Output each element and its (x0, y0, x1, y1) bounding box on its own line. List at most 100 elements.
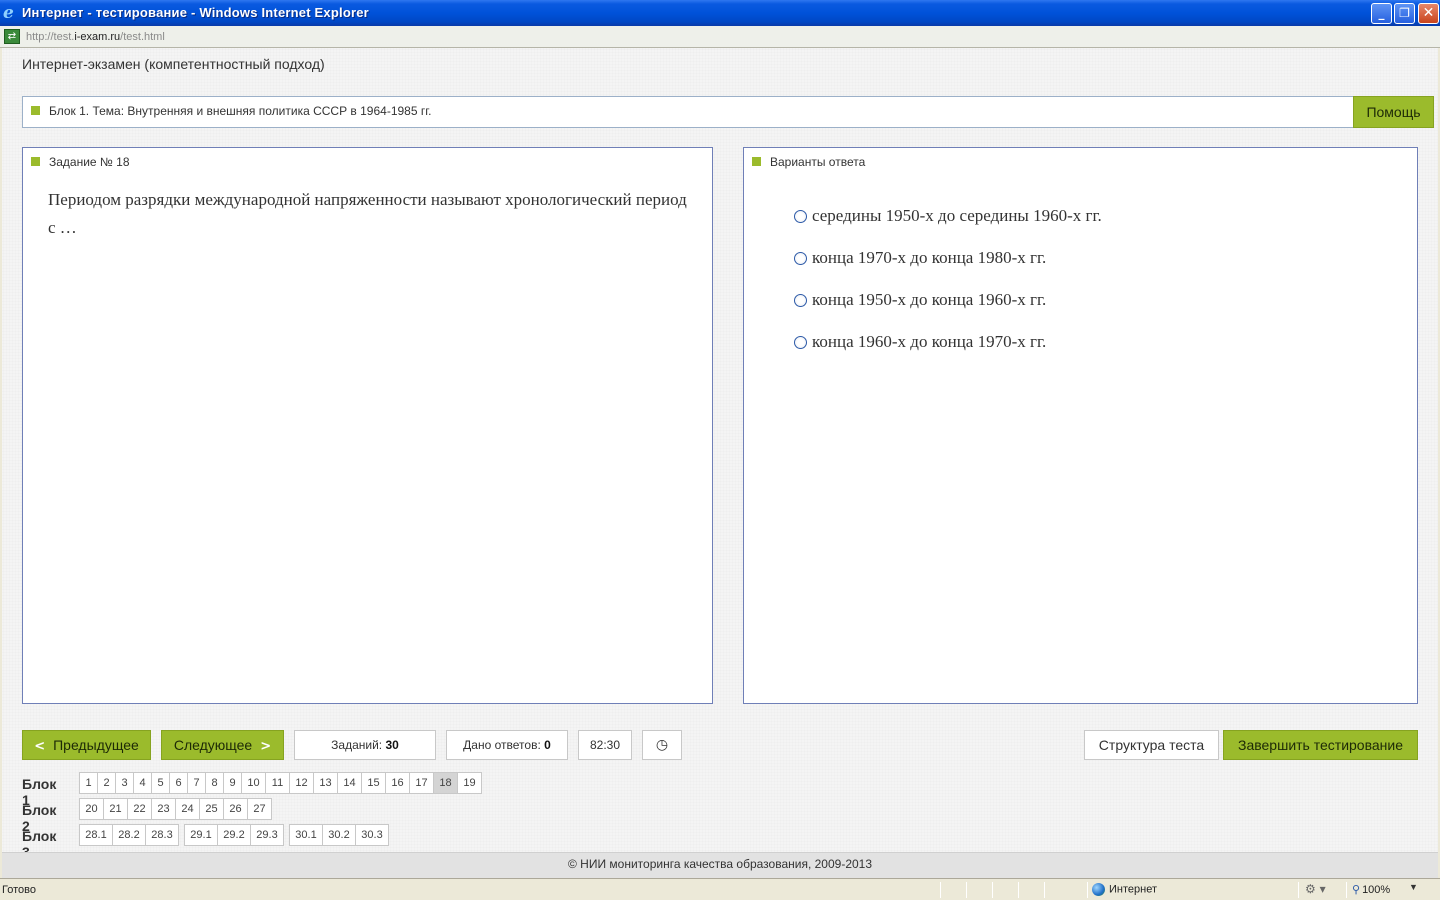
question-nav-item[interactable]: 18 (433, 772, 458, 794)
nav-cells: 20 21 22 23 24 25 26 27 (79, 798, 272, 820)
block-topic: Блок 1. Тема: Внутренняя и внешняя полит… (31, 104, 431, 118)
radio-button[interactable] (794, 293, 807, 307)
zoom-value: 100% (1362, 884, 1391, 896)
test-structure-button[interactable]: Структура теста (1084, 730, 1219, 760)
status-divider (1346, 882, 1347, 898)
protected-mode-icon[interactable]: ⚙ ▾ (1305, 882, 1326, 896)
task-number: Задание № 18 (49, 155, 130, 169)
question-nav-item[interactable]: 11 (265, 772, 290, 794)
question-nav-item[interactable]: 20 (79, 798, 104, 820)
answers-title: Варианты ответа (770, 155, 866, 169)
question-nav-item[interactable]: 5 (151, 772, 170, 794)
clock-icon: ◷ (655, 737, 669, 753)
question-nav-item[interactable]: 8 (205, 772, 224, 794)
address-bar[interactable]: ⇄ http://test.i-exam.ru/test.html (0, 26, 1440, 48)
question-nav-item[interactable]: 29.2 (217, 824, 251, 846)
bullet-square-icon (752, 157, 761, 167)
answer-option-4[interactable]: конца 1960-х до конца 1970-х гг. (794, 332, 1046, 354)
help-button[interactable]: Помощь (1353, 96, 1434, 128)
security-zone[interactable]: Интернет (1092, 883, 1157, 896)
site-favicon-icon: ⇄ (4, 29, 20, 44)
answer-option-2[interactable]: конца 1970-х до конца 1980-х гг. (794, 248, 1046, 270)
next-button[interactable]: Следующее > (161, 730, 284, 760)
question-nav-item[interactable]: 28.1 (79, 824, 113, 846)
magnifier-icon: ⚲ (1352, 883, 1361, 896)
exam-title: Интернет-экзамен (компетентностный подхо… (22, 56, 325, 72)
close-button[interactable]: ✕ (1418, 3, 1439, 24)
question-nav-item[interactable]: 30.1 (289, 824, 323, 846)
bullet-square-icon (31, 157, 40, 167)
tasks-count: Заданий: 30 (294, 730, 436, 760)
question-nav-item[interactable]: 16 (385, 772, 410, 794)
chevron-left-icon: < (34, 739, 46, 754)
question-nav-item[interactable]: 24 (175, 798, 200, 820)
internet-explorer-icon: e (3, 3, 14, 23)
answers-given-label: Дано ответов: (463, 738, 541, 752)
answers-given-value: 0 (544, 738, 551, 752)
question-nav-item[interactable]: 27 (247, 798, 272, 820)
question-nav-item[interactable]: 13 (313, 772, 338, 794)
question-nav-item[interactable]: 1 (79, 772, 98, 794)
status-divider (1018, 882, 1019, 898)
radio-button[interactable] (794, 251, 807, 265)
question-nav-item[interactable]: 25 (199, 798, 224, 820)
question-nav-item[interactable]: 29.1 (184, 824, 218, 846)
question-nav-item[interactable]: 17 (409, 772, 434, 794)
question-nav-item[interactable]: 30.3 (355, 824, 389, 846)
security-zone-label: Интернет (1109, 883, 1157, 896)
question-nav-item[interactable]: 15 (361, 772, 386, 794)
question-nav-item[interactable]: 19 (457, 772, 482, 794)
question-nav-item[interactable]: 22 (127, 798, 152, 820)
question-nav-item[interactable]: 2 (97, 772, 116, 794)
question-nav-item[interactable]: 12 (289, 772, 314, 794)
question-nav-item[interactable]: 29.3 (250, 824, 284, 846)
question-nav-item[interactable]: 10 (241, 772, 266, 794)
chevron-down-icon[interactable]: ▼ (1409, 882, 1418, 892)
window-titlebar: e Интернет - тестирование - Windows Inte… (0, 0, 1440, 26)
nav-cells: 28.1 28.2 28.3 29.1 29.2 29.3 30.1 30.2 30.3 (79, 824, 389, 846)
previous-label: Предыдущее (53, 737, 139, 753)
status-divider (992, 882, 993, 898)
window-title: Интернет - тестирование - Windows Intern… (22, 5, 369, 20)
nav-cells: 1 2 3 4 5 6 7 8 9 10 11 12 13 14 15 16 17 18 19 (79, 772, 482, 794)
answer-option-1[interactable]: середины 1950-х до середины 1960-х гг. (794, 206, 1102, 228)
question-nav-item[interactable]: 21 (103, 798, 128, 820)
answers-header: Варианты ответа (752, 155, 865, 169)
question-nav-item[interactable]: 9 (223, 772, 242, 794)
question-nav-item[interactable]: 30.2 (322, 824, 356, 846)
finish-test-button[interactable]: Завершить тестирование (1223, 730, 1418, 760)
url-text[interactable]: http://test.i-exam.ru/test.html (26, 31, 165, 43)
minimize-button[interactable]: _ (1371, 3, 1392, 24)
question-nav-item[interactable]: 14 (337, 772, 362, 794)
question-nav-item[interactable]: 4 (133, 772, 152, 794)
question-nav-item[interactable]: 28.3 (145, 824, 179, 846)
question-nav-item[interactable]: 26 (223, 798, 248, 820)
chevron-right-icon: > (260, 739, 272, 754)
question-nav-item[interactable]: 6 (169, 772, 188, 794)
status-divider (1044, 882, 1045, 898)
url-prefix: http://test. (26, 31, 75, 43)
block-topic-label: Блок 1. Тема: Внутренняя и внешняя полит… (49, 104, 432, 118)
url-path: /test.html (120, 31, 165, 43)
url-host: i-exam.ru (74, 31, 121, 43)
answer-option-3[interactable]: конца 1950-х до конца 1960-х гг. (794, 290, 1046, 312)
question-nav-item[interactable]: 3 (115, 772, 134, 794)
answers-panel: Варианты ответа середины 1950-х до серед… (743, 147, 1418, 704)
radio-button[interactable] (794, 209, 807, 223)
previous-button[interactable]: < Предыдущее (22, 730, 151, 760)
answer-option-label: конца 1970-х до конца 1980-х гг. (812, 248, 1047, 267)
answer-option-label: середины 1950-х до середины 1960-х гг. (812, 206, 1102, 225)
task-header: Задание № 18 (31, 155, 130, 169)
tasks-count-value: 30 (385, 738, 399, 752)
status-divider (940, 882, 941, 898)
clock-button[interactable]: ◷ (642, 730, 682, 760)
page-footer: © НИИ мониторинга качества образования, … (2, 852, 1438, 878)
zoom-level[interactable]: ⚲ 100% (1352, 883, 1390, 896)
radio-button[interactable] (794, 335, 807, 349)
block-topic-bar: Блок 1. Тема: Внутренняя и внешняя полит… (22, 96, 1434, 128)
question-nav-item[interactable]: 23 (151, 798, 176, 820)
restore-button[interactable]: ❐ (1394, 3, 1415, 24)
question-nav-item[interactable]: 28.2 (112, 824, 146, 846)
question-nav-item[interactable]: 7 (187, 772, 206, 794)
answers-given-count: Дано ответов: 0 (446, 730, 568, 760)
